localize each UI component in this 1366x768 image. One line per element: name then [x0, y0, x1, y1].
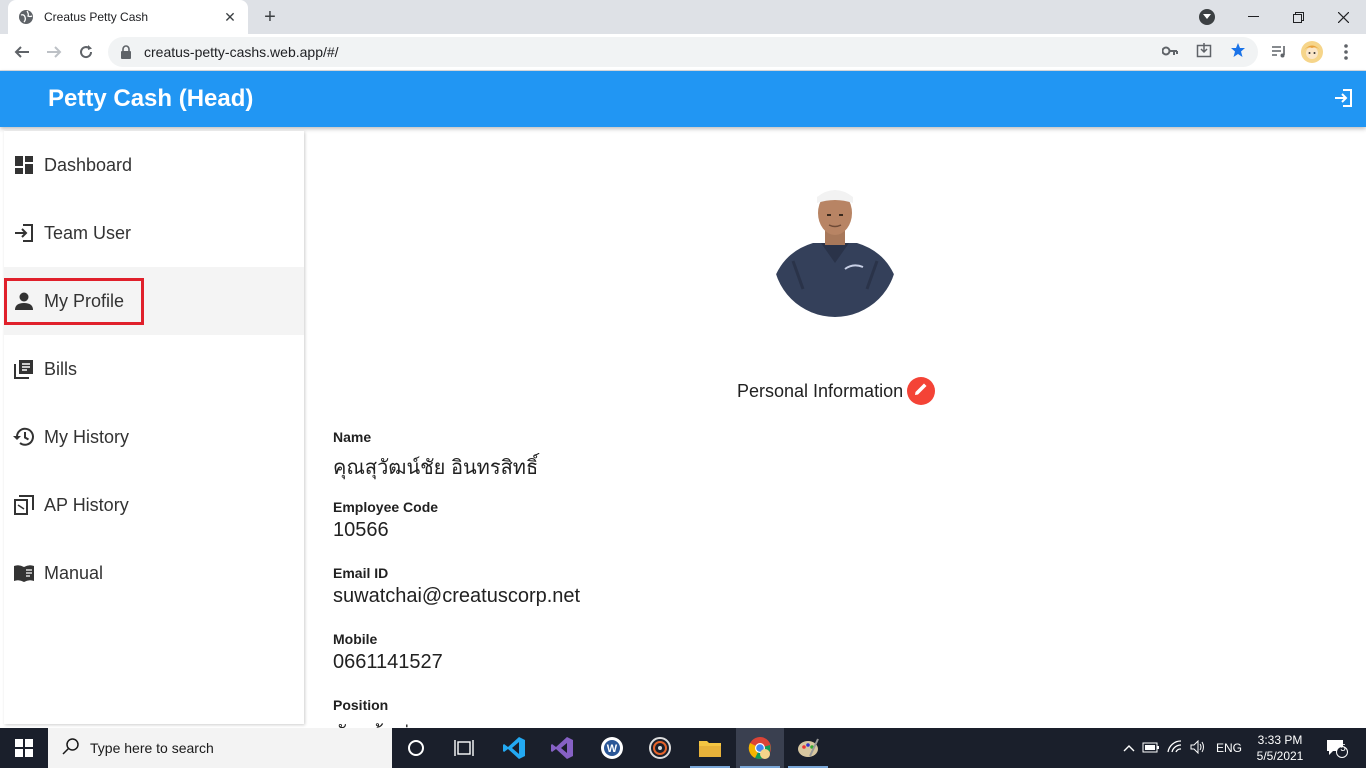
chevron-up-icon[interactable]	[1120, 741, 1138, 755]
user-avatar-icon[interactable]	[1300, 40, 1324, 64]
media-control-icon[interactable]	[1267, 40, 1291, 64]
field-label-position: Position	[333, 697, 389, 713]
windows-start-icon[interactable]	[0, 728, 48, 768]
url-text[interactable]: creatus-petty-cashs.web.app/#/	[144, 44, 1162, 60]
chrome-icon[interactable]	[736, 728, 784, 768]
vscode-icon[interactable]	[490, 728, 538, 768]
history-icon	[12, 425, 36, 449]
file-explorer-icon[interactable]	[686, 728, 734, 768]
windows-taskbar: Type here to search W ENG 3:33 PM 5/5/20…	[0, 728, 1366, 768]
login-icon	[12, 221, 36, 245]
sidebar-item-label: Manual	[44, 562, 104, 583]
lock-icon[interactable]	[120, 45, 134, 59]
sidebar-item-label: Dashboard	[44, 154, 133, 175]
reload-icon[interactable]	[74, 40, 98, 64]
field-label-name: Name	[333, 429, 372, 445]
system-tray: ENG	[1120, 728, 1248, 768]
clock-date: 5/5/2021	[1256, 749, 1304, 763]
sidebar-item-bills[interactable]: Bills	[4, 335, 304, 403]
logout-icon[interactable]	[1332, 87, 1356, 111]
notification-count: 5	[1340, 743, 1346, 754]
media-player-icon[interactable]	[636, 728, 684, 768]
search-icon	[62, 737, 80, 760]
pencil-icon	[914, 382, 928, 401]
bookmark-star-icon[interactable]	[1230, 42, 1246, 63]
restore-button[interactable]	[1276, 0, 1321, 34]
sidebar-item-label: Team User	[44, 222, 132, 243]
back-icon[interactable]	[10, 40, 34, 64]
word-app-icon[interactable]: W	[588, 728, 636, 768]
tab-title: Creatus Petty Cash	[44, 10, 149, 24]
section-title: Personal Information	[737, 381, 904, 401]
globe-icon	[18, 9, 34, 25]
sidebar-item-label: AP History	[44, 494, 129, 515]
clock-time: 3:33 PM	[1257, 733, 1303, 747]
svg-text:W: W	[607, 743, 618, 755]
close-window-button[interactable]	[1321, 0, 1366, 34]
book-icon	[12, 561, 36, 585]
sidebar-item-my-history[interactable]: My History	[4, 403, 304, 471]
field-value-position: หัวหน้าช่าง	[333, 717, 430, 728]
field-label-email: Email ID	[333, 565, 389, 581]
browser-tab[interactable]: Creatus Petty Cash ✕	[8, 0, 248, 34]
dashboard-icon	[12, 153, 36, 177]
sidebar-item-team-user[interactable]: Team User	[4, 199, 304, 267]
close-tab-icon[interactable]: ✕	[222, 9, 238, 26]
sidebar-item-dashboard[interactable]: Dashboard	[4, 131, 304, 199]
field-value-mobile: 0661141527	[333, 651, 443, 673]
language-indicator[interactable]: ENG	[1210, 741, 1248, 755]
browser-toolbar: creatus-petty-cashs.web.app/#/	[0, 34, 1366, 71]
edit-profile-button[interactable]	[907, 377, 935, 405]
search-placeholder: Type here to search	[90, 740, 214, 756]
sidebar-item-manual[interactable]: Manual	[4, 539, 304, 607]
field-label-mobile: Mobile	[333, 631, 378, 647]
sidebar-item-ap-history[interactable]: AP History	[4, 471, 304, 539]
tab-search-icon[interactable]	[1199, 9, 1215, 25]
taskbar-clock[interactable]: 3:33 PM 5/5/2021	[1244, 732, 1316, 764]
app-header: Petty Cash (Head)	[0, 71, 1366, 127]
menu-icon[interactable]	[1334, 40, 1358, 64]
profile-photo	[773, 177, 897, 317]
paint-icon[interactable]	[784, 728, 832, 768]
visual-studio-icon[interactable]	[538, 728, 586, 768]
minimize-button[interactable]	[1231, 0, 1276, 34]
field-label-employee-code: Employee Code	[333, 499, 439, 515]
field-value-employee-code: 10566	[333, 519, 389, 541]
key-icon[interactable]	[1161, 43, 1178, 61]
selection-highlight-box	[4, 278, 144, 325]
task-view-icon[interactable]	[440, 728, 488, 768]
profile-content: Personal Information Name คุณสุวัฒน์ชัย …	[305, 131, 1366, 728]
address-bar[interactable]: creatus-petty-cashs.web.app/#/	[108, 37, 1258, 67]
field-value-name: คุณสุวัฒน์ชัย อินทรสิทธิ์	[333, 457, 539, 479]
taskbar-search-input[interactable]: Type here to search	[48, 728, 392, 768]
library-books-icon	[12, 357, 36, 381]
field-value-email: suwatchai@creatuscorp.net	[333, 585, 581, 607]
cortana-icon[interactable]	[392, 728, 440, 768]
new-tab-button[interactable]: +	[258, 5, 282, 29]
forward-icon[interactable]	[42, 40, 66, 64]
notifications-icon[interactable]: 5	[1322, 728, 1352, 768]
sidebar-item-label: My History	[44, 426, 129, 447]
volume-icon[interactable]	[1186, 739, 1210, 757]
install-icon[interactable]	[1196, 42, 1212, 63]
sidebar-item-label: Bills	[44, 358, 78, 379]
sidebar: Dashboard Team User My Profile Bills My …	[4, 131, 304, 724]
battery-icon[interactable]	[1138, 741, 1164, 756]
app-title: Petty Cash (Head)	[48, 85, 254, 112]
wifi-icon[interactable]	[1164, 739, 1186, 757]
browser-tabstrip: Creatus Petty Cash ✕ +	[0, 0, 1366, 34]
receipt-icon	[12, 493, 36, 517]
